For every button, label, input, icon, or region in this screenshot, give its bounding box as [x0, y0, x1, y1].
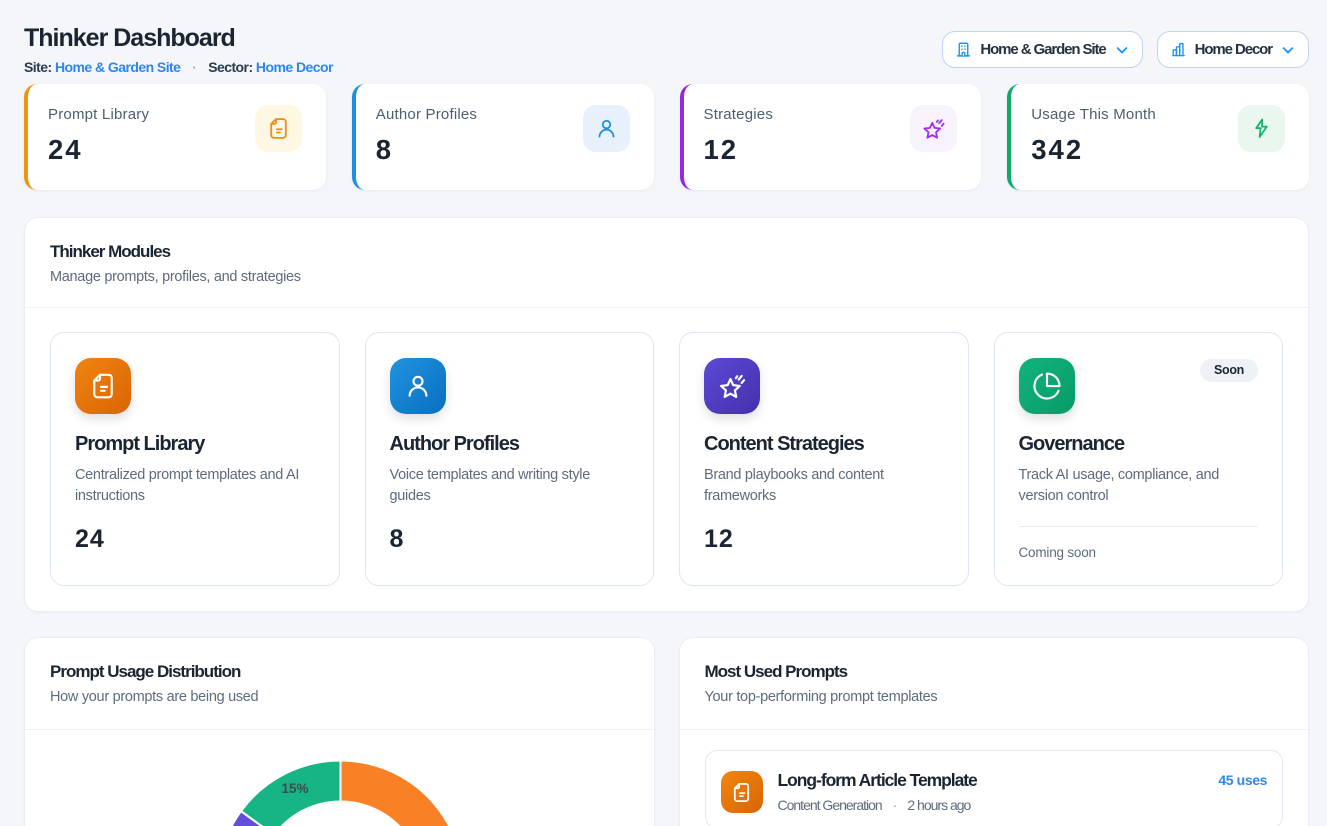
svg-text:15%: 15% [281, 781, 308, 796]
